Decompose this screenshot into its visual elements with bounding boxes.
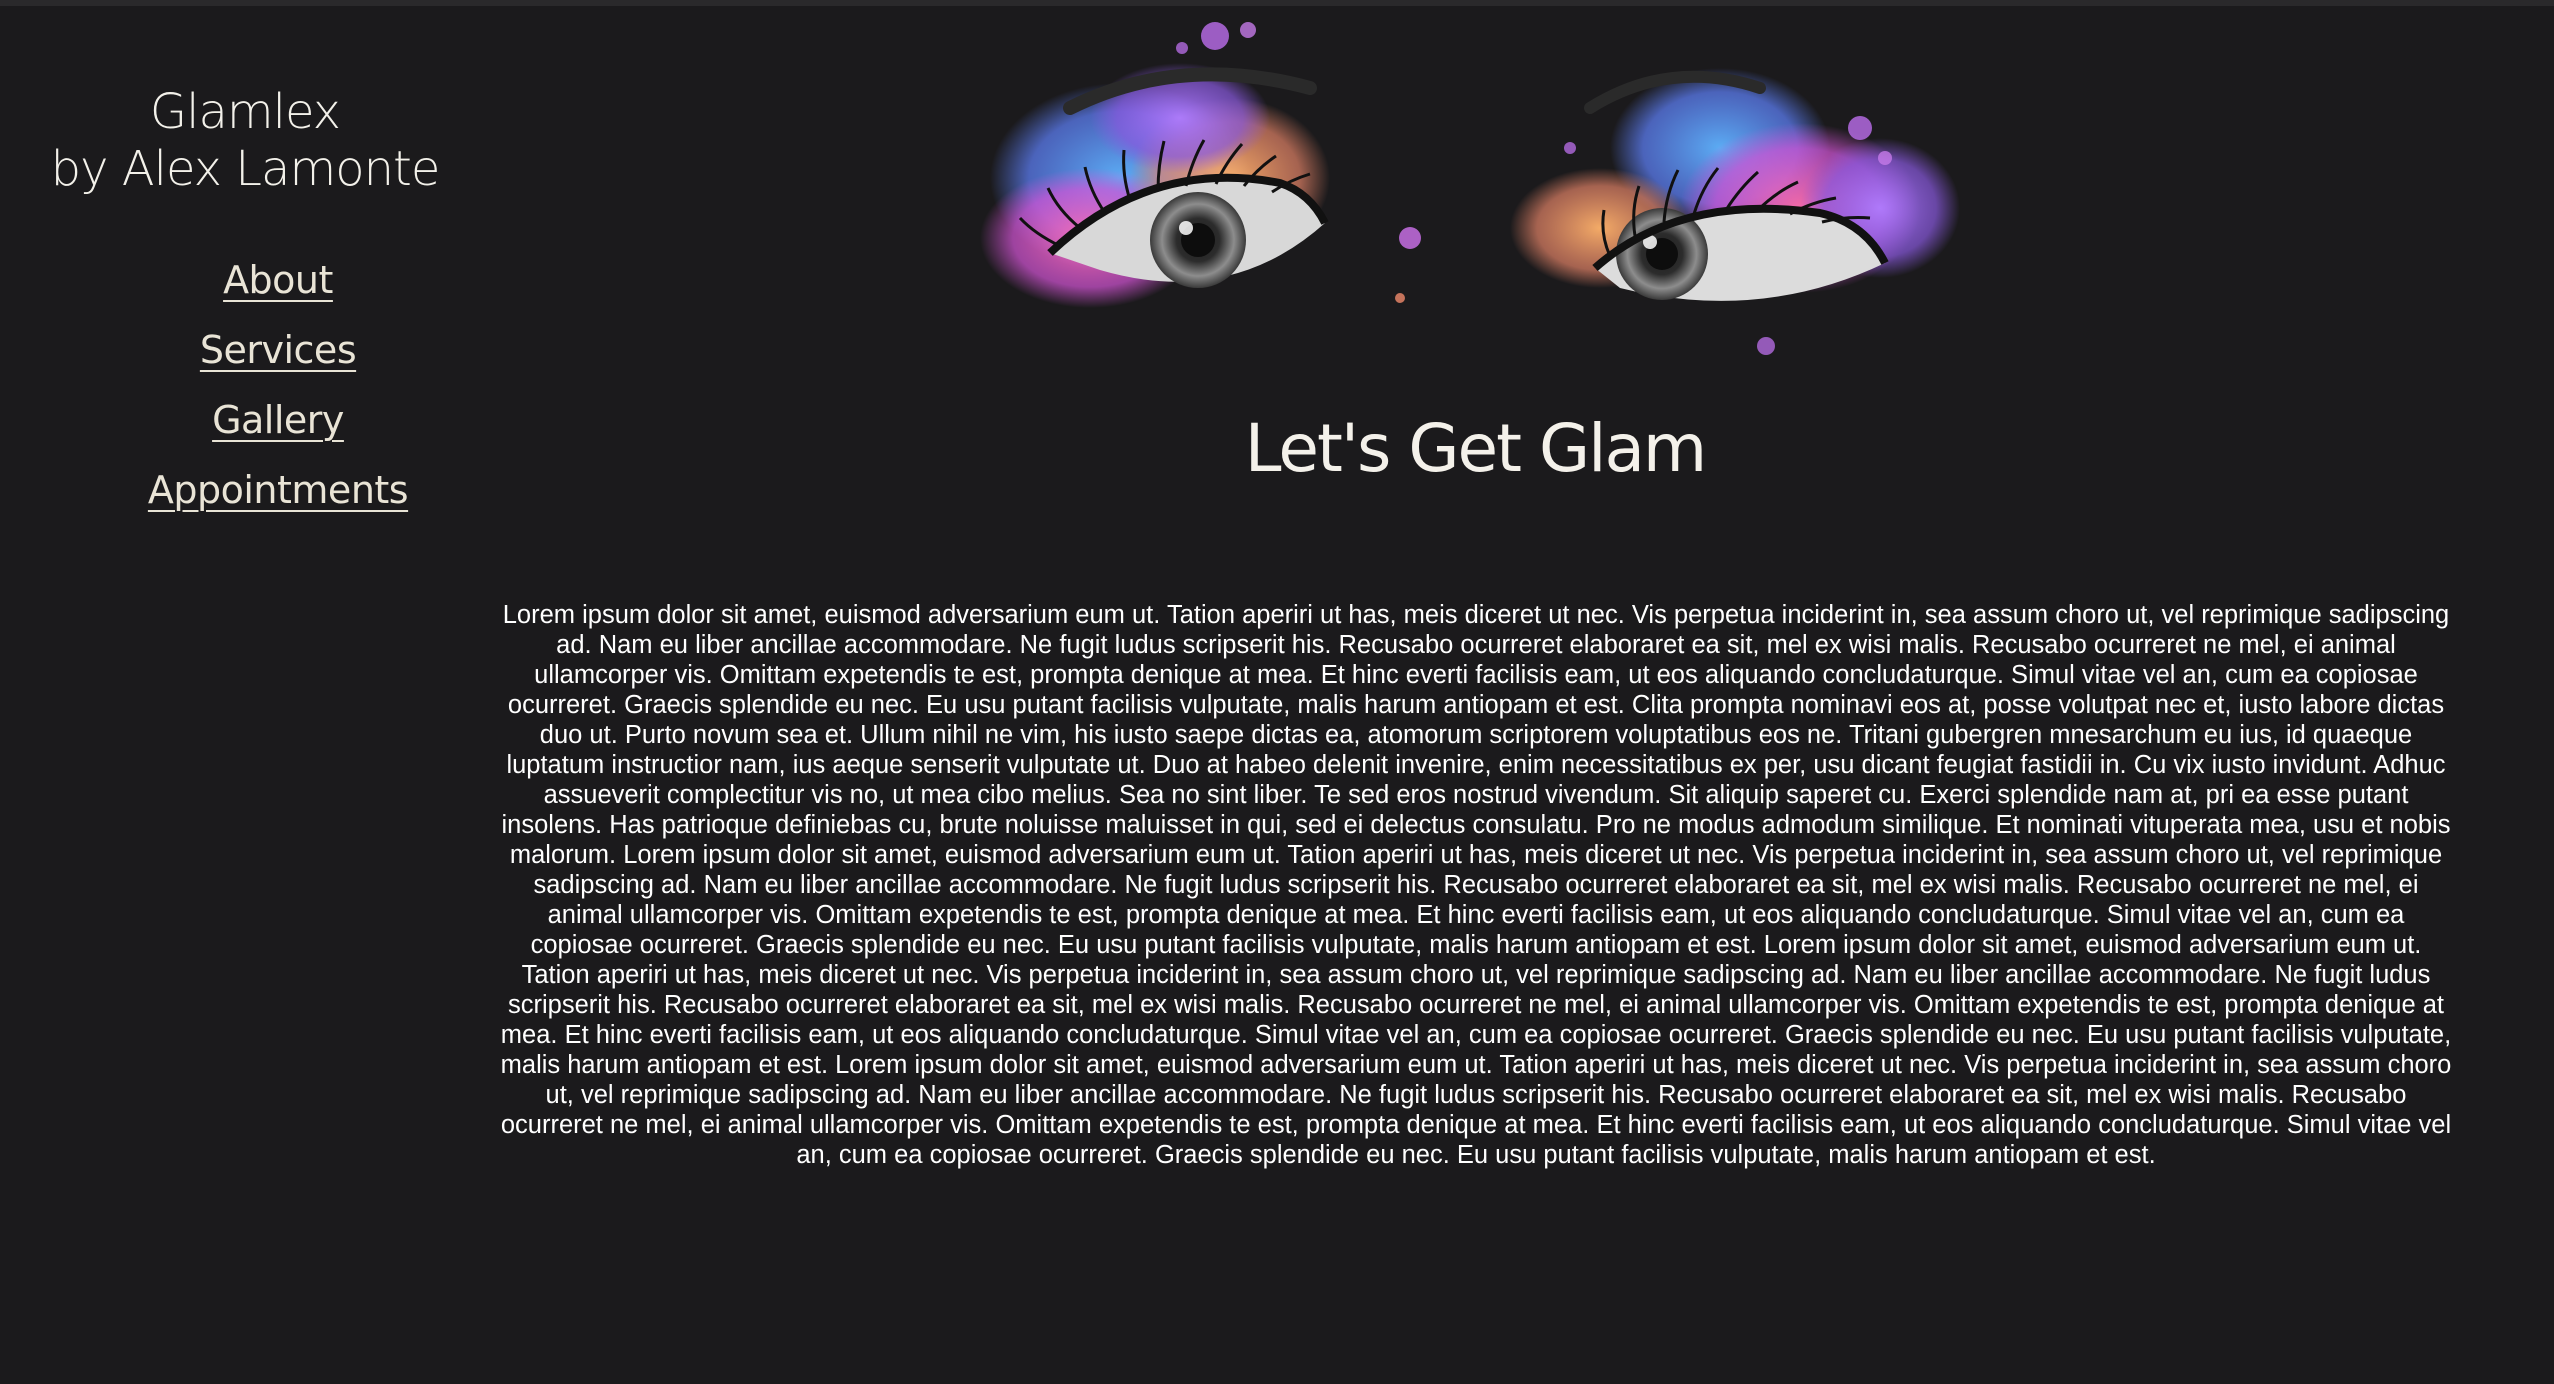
brand-byline: by Alex Lamonte	[50, 141, 441, 197]
brand-name: Glamlex	[149, 84, 341, 140]
nav-link-services[interactable]: Services	[0, 315, 556, 385]
nav-link-about[interactable]: About	[0, 245, 556, 315]
sidebar: Glamlex by Alex Lamonte About Services G…	[0, 0, 490, 560]
left-eye	[980, 22, 1421, 308]
intro-paragraph: Lorem ipsum dolor sit amet, euismod adve…	[500, 601, 2452, 1169]
page-title: Let's Get Glam	[1244, 410, 1707, 487]
right-eye	[1510, 68, 1960, 355]
hero-eyes-illustration	[980, 8, 1980, 368]
nav-link-appointments[interactable]: Appointments	[0, 455, 556, 525]
eyes-artwork	[980, 22, 1960, 355]
main-nav: About Services Gallery Appointments	[0, 245, 556, 525]
site-brand[interactable]: Glamlex by Alex Lamonte	[0, 84, 490, 198]
nav-link-gallery[interactable]: Gallery	[0, 385, 556, 455]
